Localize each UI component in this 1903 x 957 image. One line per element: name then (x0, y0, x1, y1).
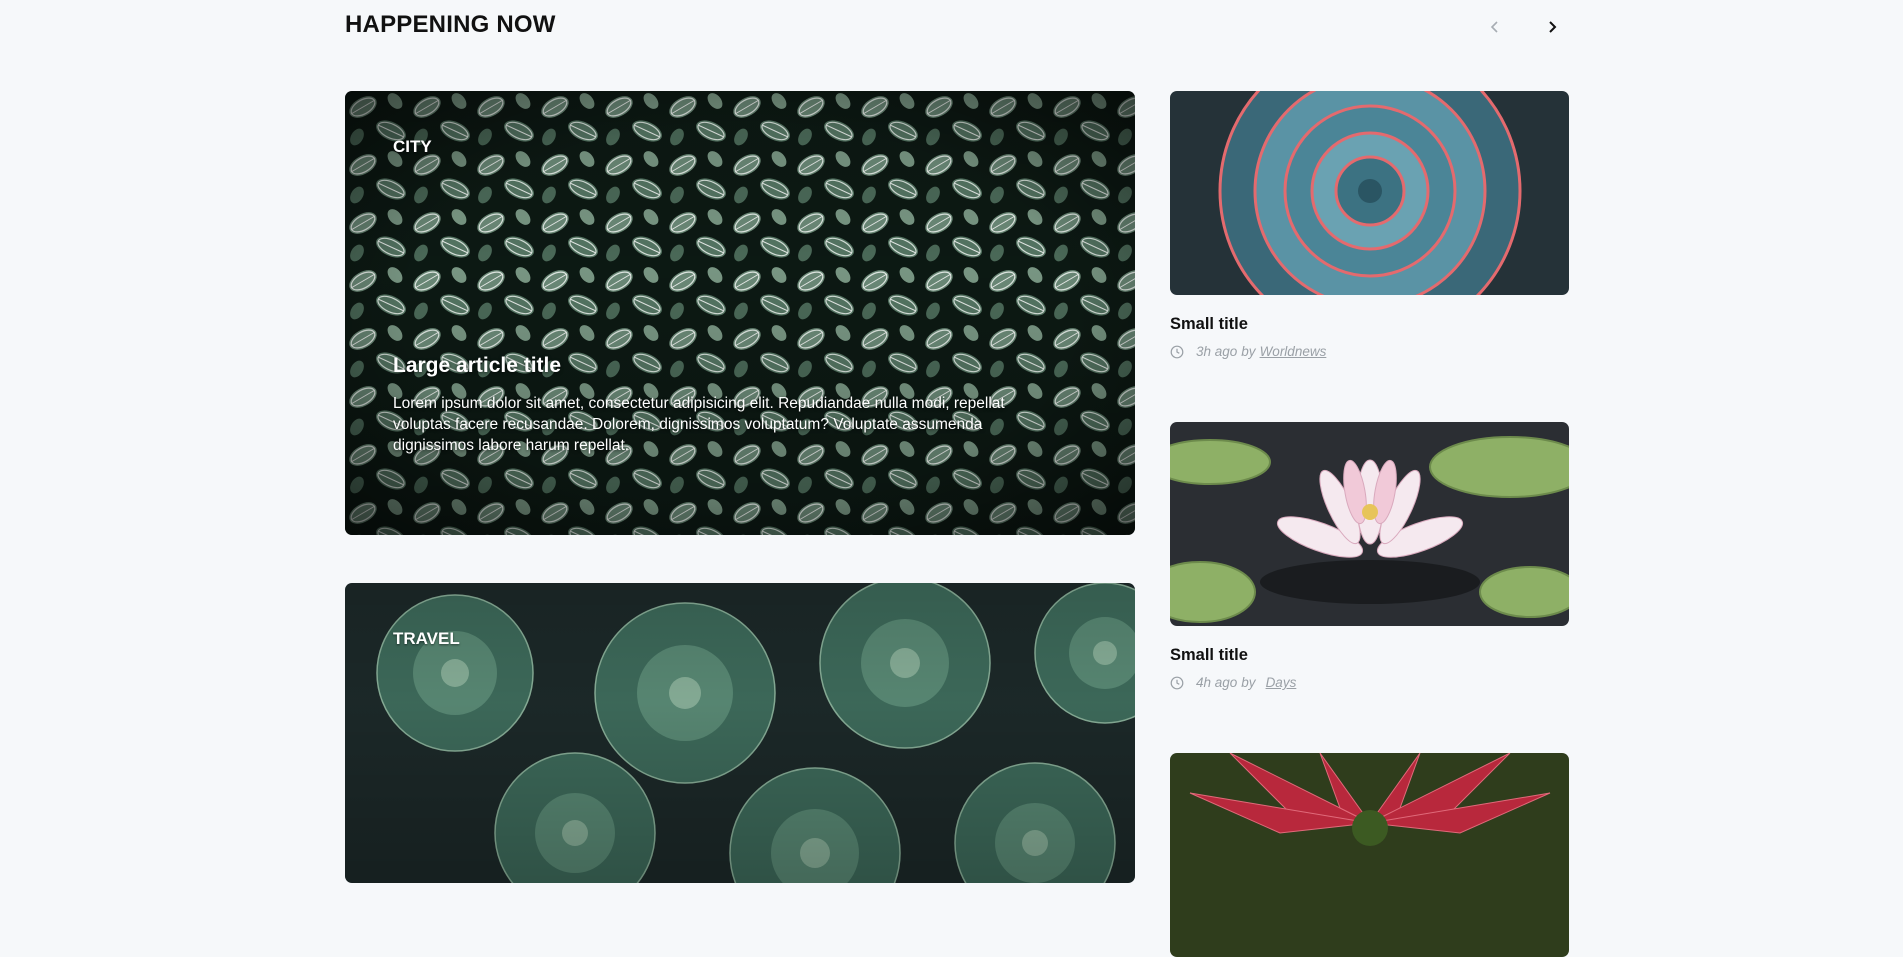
article-excerpt: Lorem ipsum dolor sit amet, consectetur … (393, 395, 1005, 454)
side-article-card: Small title 4h ago by Days (1170, 422, 1569, 690)
succulent-rosette-photo[interactable] (1170, 91, 1569, 295)
source-link[interactable]: Days (1266, 675, 1297, 690)
chevron-right-icon (1549, 21, 1557, 33)
source-link[interactable]: Worldnews (1260, 344, 1327, 359)
by-label: by (1241, 675, 1256, 690)
carousel-prev-button[interactable] (1480, 12, 1510, 42)
carousel-next-button[interactable] (1537, 12, 1567, 42)
clock-icon (1170, 345, 1184, 358)
side-article-card: Small title 3h ago by Worldnews (1170, 91, 1569, 359)
article-title[interactable]: Small title (1170, 315, 1569, 334)
red-bromeliad-photo[interactable] (1170, 753, 1569, 957)
article-meta: 3h ago by Worldnews (1170, 344, 1569, 359)
section-title: HAPPENING NOW (345, 11, 556, 38)
category-label[interactable]: TRAVEL (393, 629, 460, 649)
chevron-left-icon (1490, 21, 1498, 33)
clock-icon (1170, 676, 1184, 689)
featured-article-card[interactable]: CITY Large article title Lorem ipsum dol… (345, 91, 1135, 535)
side-article-card (1170, 753, 1569, 957)
article-meta: 4h ago by Days (1170, 675, 1569, 690)
article-title[interactable]: Small title (1170, 646, 1569, 665)
time-ago: 3h ago (1196, 344, 1238, 359)
category-label[interactable]: CITY (393, 137, 432, 157)
featured-article-card[interactable]: TRAVEL (345, 583, 1135, 883)
water-lily-photo[interactable] (1170, 422, 1569, 626)
article-title[interactable]: Large article title (393, 354, 561, 378)
time-ago: 4h ago (1196, 675, 1238, 690)
by-label: by (1241, 344, 1256, 359)
